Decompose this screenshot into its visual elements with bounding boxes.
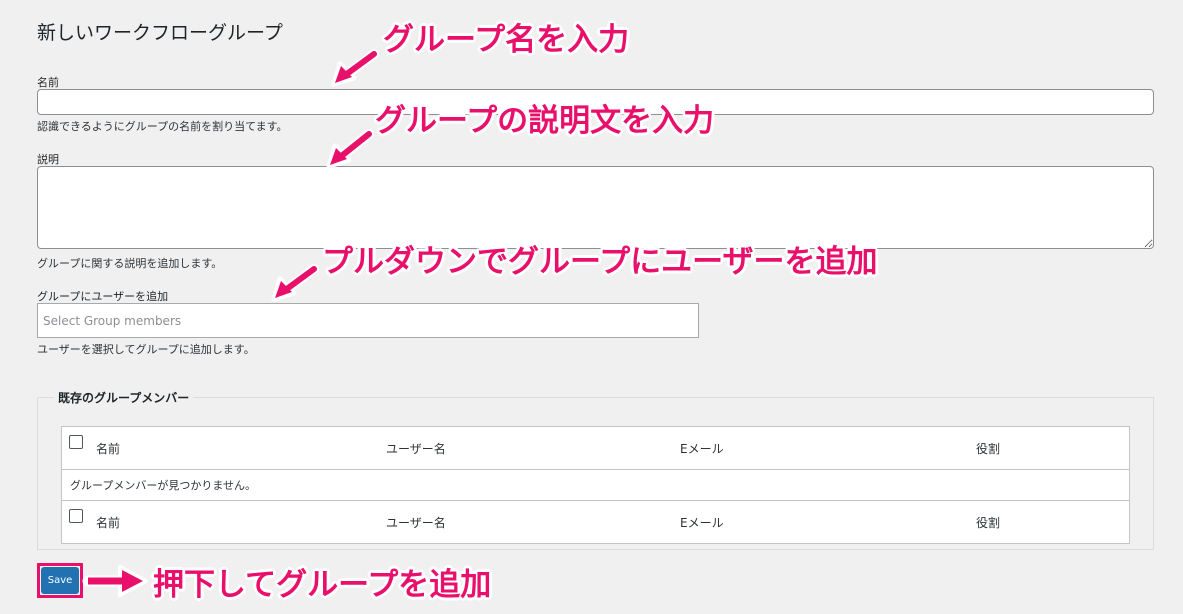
existing-members-legend: 既存のグループメンバー xyxy=(58,391,190,405)
column-header-name[interactable]: 名前 xyxy=(96,427,386,470)
arrow-to-description-icon xyxy=(326,129,374,169)
footer-header-name[interactable]: 名前 xyxy=(96,501,386,544)
existing-members-fieldset: 既存のグループメンバー 名前 ユーザー名 Eメール 役割 グループメンバーが見つ… xyxy=(37,389,1154,550)
column-header-role[interactable]: 役割 xyxy=(976,427,1130,470)
column-header-email[interactable]: Eメール xyxy=(680,427,976,470)
save-highlight-box xyxy=(37,563,83,598)
callout-members: プルダウンでグループにユーザーを追加 xyxy=(322,244,878,280)
table-footer-row: 名前 ユーザー名 Eメール 役割 xyxy=(61,500,1130,544)
name-help-text: 認識できるようにグループの名前を割り当てます。 xyxy=(37,120,288,133)
callout-save: 押下してグループを追加 xyxy=(153,567,492,603)
select-all-checkbox[interactable] xyxy=(69,434,83,449)
footer-header-role[interactable]: 役割 xyxy=(976,501,1130,544)
existing-members-table: 名前 ユーザー名 Eメール 役割 グループメンバーが見つかりません。 名前 ユー… xyxy=(61,426,1130,544)
column-header-username[interactable]: ユーザー名 xyxy=(386,427,680,470)
table-row: グループメンバーが見つかりません。 xyxy=(62,470,1130,501)
callout-description: グループの説明文を入力 xyxy=(375,103,715,139)
table-header-row: 名前 ユーザー名 Eメール 役割 xyxy=(61,427,1130,470)
footer-header-username[interactable]: ユーザー名 xyxy=(386,501,680,544)
arrow-to-members-icon xyxy=(271,264,319,302)
description-help-text: グループに関する説明を追加します。 xyxy=(37,257,223,270)
callout-name: グループ名を入力 xyxy=(383,22,630,58)
members-help-text: ユーザーを選択してグループに追加します。 xyxy=(37,343,255,356)
name-label: 名前 xyxy=(37,76,59,89)
arrow-to-save-icon xyxy=(82,565,148,597)
empty-members-message: グループメンバーが見つかりません。 xyxy=(70,479,257,492)
arrow-to-name-icon xyxy=(331,49,379,87)
description-label: 説明 xyxy=(37,153,59,166)
footer-header-email[interactable]: Eメール xyxy=(680,501,976,544)
group-members-placeholder: Select Group members xyxy=(43,313,182,328)
select-all-checkbox-footer[interactable] xyxy=(69,508,83,523)
group-members-select[interactable]: Select Group members xyxy=(37,303,699,338)
page-title: 新しいワークフローグループ xyxy=(37,22,283,44)
members-label: グループにユーザーを追加 xyxy=(37,290,169,303)
